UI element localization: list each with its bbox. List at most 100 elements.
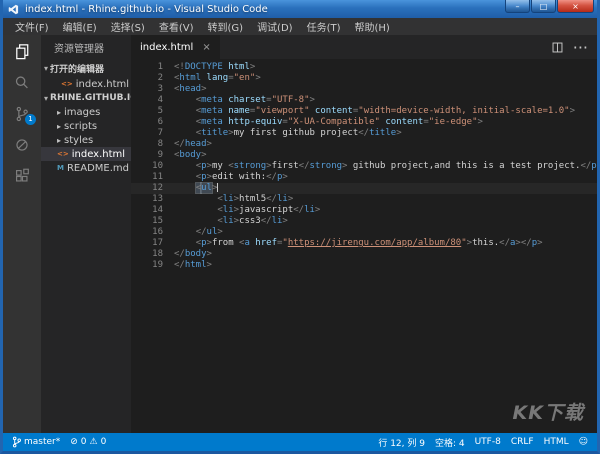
code-line[interactable]: 3<head> [131, 84, 597, 95]
code-line[interactable]: 4 <meta charset="UTF-8"> [131, 95, 597, 106]
folder-images[interactable]: ▸images [41, 105, 131, 119]
chevron-right-icon: ▸ [57, 108, 61, 117]
explorer-icon[interactable] [3, 36, 41, 67]
file-index-html[interactable]: <>index.html [41, 147, 131, 161]
code-line[interactable]: 15 <li>css3</li> [131, 216, 597, 227]
code-token: </ [266, 172, 277, 182]
git-branch-icon [12, 436, 21, 448]
status-item[interactable]: CRLF [506, 437, 539, 447]
vscode-window: index.html - Rhine.github.io - Visual St… [0, 0, 600, 454]
menu-item[interactable]: 任务(T) [300, 19, 348, 34]
menu-item[interactable]: 文件(F) [8, 19, 56, 34]
project-header[interactable]: ▾ RHINE.GITHUB.IO [41, 91, 131, 105]
debug-icon[interactable] [3, 129, 41, 160]
problems-indicator[interactable]: ⊘ 0 ⚠ 0 [65, 433, 111, 451]
menu-item[interactable]: 调试(D) [250, 19, 300, 34]
line-content: <meta name="viewport" content="width=dev… [174, 106, 575, 117]
search-icon[interactable] [3, 67, 41, 98]
folder-styles[interactable]: ▸styles [41, 133, 131, 147]
file-readme-md[interactable]: MREADME.md [41, 161, 131, 175]
html-file-icon: <> [61, 80, 73, 88]
code-line[interactable]: 19</html> [131, 260, 597, 271]
more-actions-icon[interactable]: ··· [573, 38, 588, 57]
code-line[interactable]: 8</head> [131, 139, 597, 150]
maximize-button[interactable]: □ [531, 0, 556, 13]
status-item[interactable]: 空格: 4 [430, 436, 470, 449]
split-editor-icon[interactable] [551, 41, 564, 54]
warning-count: 0 [101, 437, 107, 447]
source-control-icon[interactable]: 1 [3, 98, 41, 129]
code-token: "en" [234, 73, 256, 83]
code-token: > [288, 194, 293, 204]
line-content: <title>my first github project</title> [174, 128, 402, 139]
open-editors-header[interactable]: ▾ 打开的编辑器 [41, 60, 131, 77]
code-line[interactable]: 18</body> [131, 249, 597, 260]
menu-item[interactable]: 查看(V) [152, 19, 201, 34]
code-line[interactable]: 16 </ul> [131, 227, 597, 238]
code-line[interactable]: 13 <li>html5</li> [131, 194, 597, 205]
close-button[interactable]: × [557, 0, 594, 13]
code-line[interactable]: 2<html lang="en"> [131, 73, 597, 84]
line-content: <p>from <a href="https://jirengu.com/app… [174, 238, 543, 249]
code-token: ul [207, 227, 218, 237]
html-file-icon: <> [57, 150, 69, 158]
minimize-button[interactable]: – [505, 0, 530, 13]
open-editor-item[interactable]: <>index.html [41, 77, 131, 91]
code-line[interactable]: 10 <p>my <strong>first</strong> github p… [131, 161, 597, 172]
line-content: <li>javascript</li> [174, 205, 320, 216]
chevron-right-icon: ▸ [57, 136, 61, 145]
code-token: > [217, 227, 222, 237]
code-token: "X-UA-Compatible" [288, 117, 380, 127]
code-token: <! [174, 62, 185, 72]
folder-scripts[interactable]: ▸scripts [41, 119, 131, 133]
line-content: </html> [174, 260, 212, 271]
line-number: 14 [131, 205, 174, 216]
code-token: </ [266, 194, 277, 204]
code-token: my first github project [234, 128, 359, 138]
code-line[interactable]: 12 <ul> [131, 183, 597, 194]
code-line[interactable]: 17 <p>from <a href="https://jirengu.com/… [131, 238, 597, 249]
code-token: my [212, 161, 228, 171]
menu-item[interactable]: 选择(S) [104, 19, 152, 34]
code-token: html5 [239, 194, 266, 204]
code-token [174, 238, 196, 248]
code-token: "width=device-width, initial-scale=1.0" [358, 106, 569, 116]
code-line[interactable]: 7 <title>my first github project</title> [131, 128, 597, 139]
line-content: <ul> [174, 183, 218, 194]
warning-icon: ⚠ [90, 438, 98, 447]
tab-close-icon[interactable]: × [202, 42, 210, 53]
folder-name: images [64, 107, 100, 118]
line-number: 3 [131, 84, 174, 95]
code-line[interactable]: 11 <p>edit with:</p> [131, 172, 597, 183]
menu-item[interactable]: 转到(G) [201, 19, 251, 34]
code-token: > [310, 95, 315, 105]
line-content: <meta charset="UTF-8"> [174, 95, 315, 106]
code-line[interactable]: 5 <meta name="viewport" content="width=d… [131, 106, 597, 117]
feedback-icon[interactable]: ☺ [574, 437, 593, 447]
status-item[interactable]: HTML [539, 437, 574, 447]
code-line[interactable]: 6 <meta http-equiv="X-UA-Compatible" con… [131, 117, 597, 128]
code-token: edit with: [212, 172, 266, 182]
code-token: > [282, 216, 287, 226]
status-item[interactable]: UTF-8 [470, 437, 506, 447]
menu-item[interactable]: 帮助(H) [348, 19, 397, 34]
code-token: > [282, 172, 287, 182]
menu-item[interactable]: 编辑(E) [56, 19, 104, 34]
line-content: </head> [174, 139, 212, 150]
code-token: content [380, 117, 423, 127]
git-branch-indicator[interactable]: master* [7, 433, 65, 451]
tab-index-html[interactable]: index.html × [131, 35, 220, 59]
status-right: 行 12, 列 9空格: 4UTF-8CRLFHTML ☺ [373, 436, 593, 449]
code-token: body [179, 150, 201, 160]
status-item[interactable]: 行 12, 列 9 [373, 436, 430, 449]
extensions-icon[interactable] [3, 160, 41, 191]
code-token: meta [201, 95, 223, 105]
menu-bar: 文件(F)编辑(E)选择(S)查看(V)转到(G)调试(D)任务(T)帮助(H) [3, 18, 597, 35]
code-line[interactable]: 1<!DOCTYPE html> [131, 62, 597, 73]
line-number: 10 [131, 161, 174, 172]
code-line[interactable]: 14 <li>javascript</li> [131, 205, 597, 216]
code-token: li [223, 216, 234, 226]
code-token: meta [201, 106, 223, 116]
git-branch-label: master* [24, 437, 60, 447]
code-line[interactable]: 9<body> [131, 150, 597, 161]
